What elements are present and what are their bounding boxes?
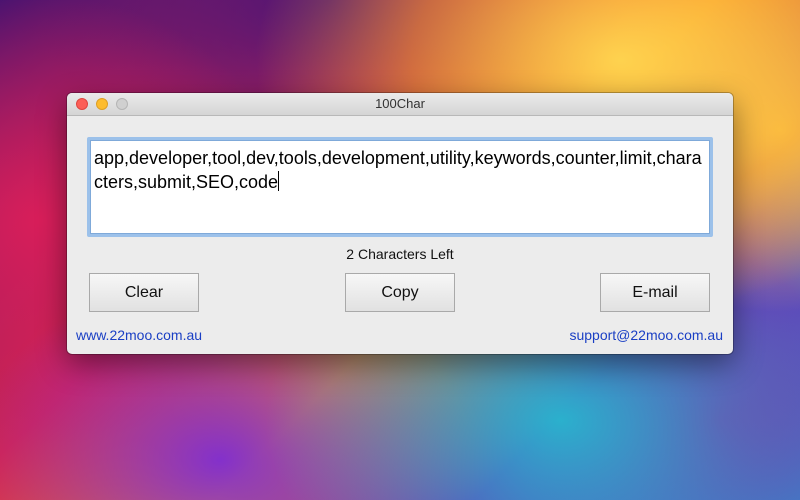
support-email-link[interactable]: support@22moo.com.au [569, 327, 723, 343]
app-window: 100Char app,developer,tool,dev,tools,dev… [67, 93, 733, 354]
characters-left-label: 2 Characters Left [346, 246, 454, 262]
title-bar[interactable]: 100Char [67, 93, 733, 116]
keywords-text: app,developer,tool,dev,tools,development… [94, 148, 702, 192]
website-link[interactable]: www.22moo.com.au [76, 327, 202, 343]
copy-button[interactable]: Copy [345, 273, 455, 312]
keywords-textarea[interactable]: app,developer,tool,dev,tools,development… [87, 137, 713, 237]
clear-button[interactable]: Clear [89, 273, 199, 312]
text-caret [278, 171, 280, 191]
window-title: 100Char [375, 96, 425, 111]
email-button[interactable]: E-mail [600, 273, 710, 312]
